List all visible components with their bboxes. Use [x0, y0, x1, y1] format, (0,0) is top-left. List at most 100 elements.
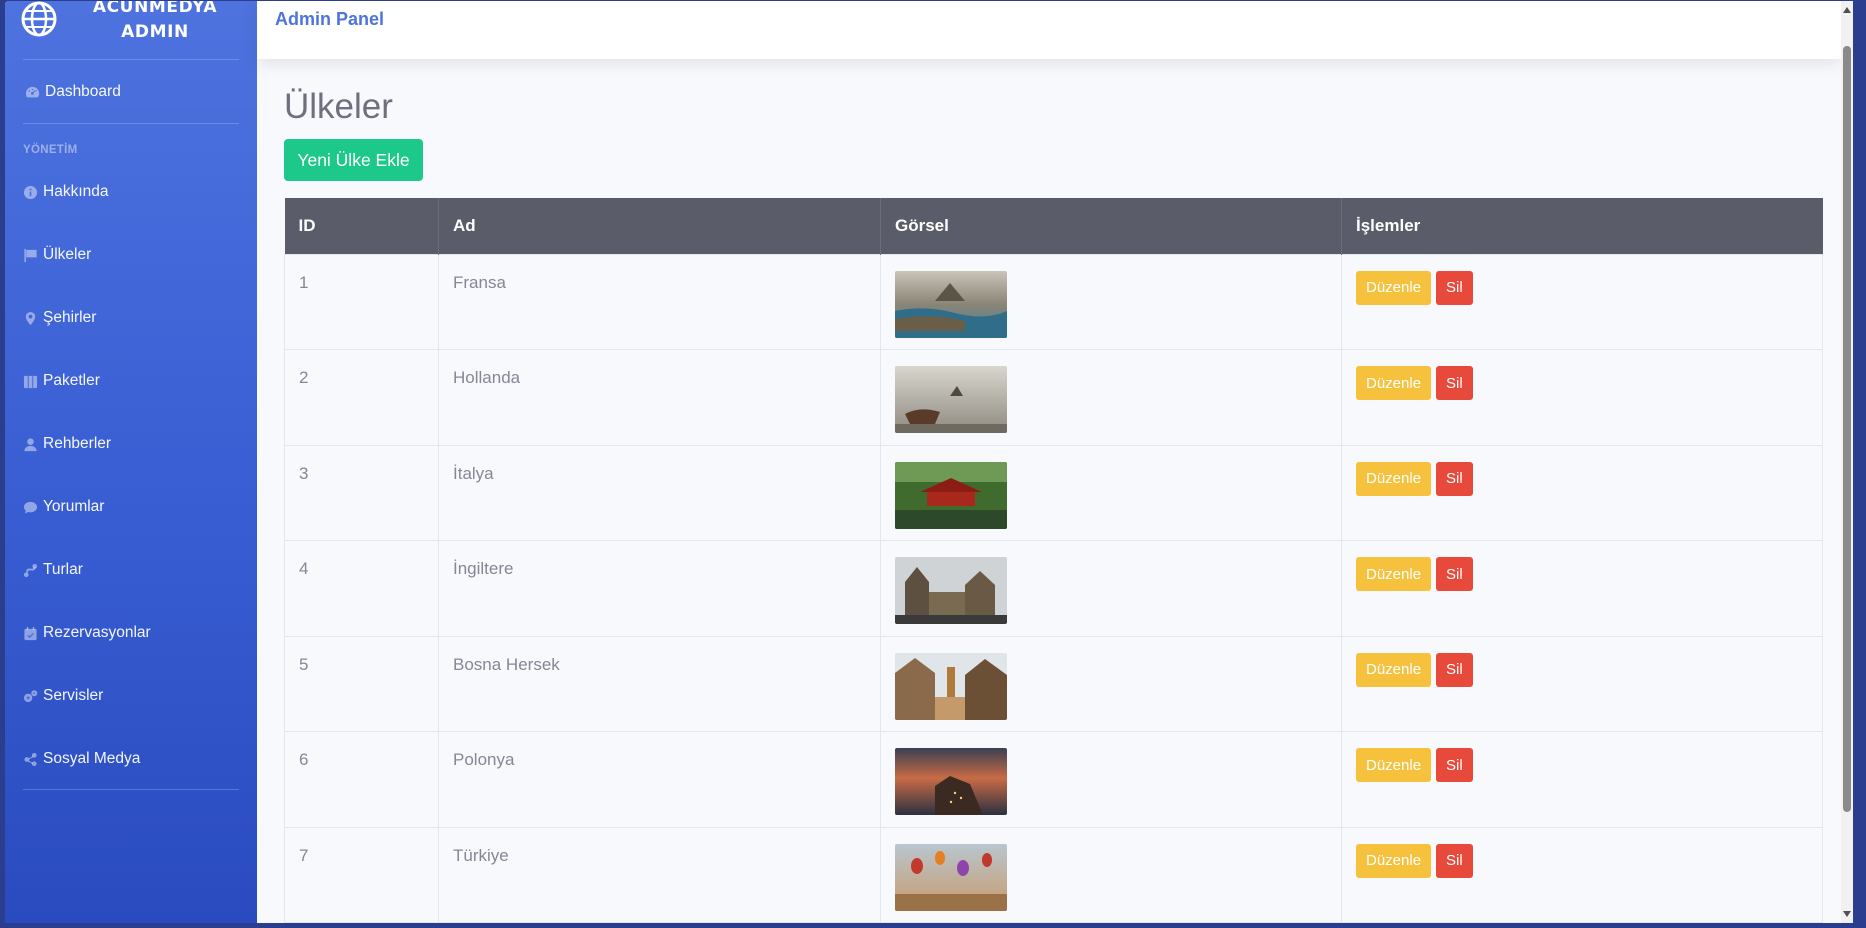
- sidebar-item-hakkinda[interactable]: Hakkında: [23, 172, 108, 212]
- country-image: [895, 652, 1007, 720]
- cell-image: [880, 349, 1342, 446]
- column-header-name: Ad: [438, 198, 881, 254]
- cell-actions: Düzenle Sil: [1341, 731, 1823, 828]
- sidebar-item-label: Rezervasyonlar: [43, 624, 151, 641]
- sidebar: ACUNMEDYA ADMIN Dashboard YÖNETİM Hakkın…: [5, 1, 257, 923]
- cell-actions: Düzenle Sil: [1341, 253, 1823, 350]
- cell-actions: Düzenle Sil: [1341, 635, 1823, 732]
- column-header-actions: İşlemler: [1341, 198, 1823, 254]
- sidebar-item-label: Turlar: [43, 561, 83, 578]
- cell-actions: Düzenle Sil: [1341, 444, 1823, 541]
- sidebar-divider: [23, 123, 239, 124]
- sidebar-item-label: Paketler: [43, 372, 100, 389]
- sidebar-item-label: Ülkeler: [43, 246, 92, 263]
- edit-button[interactable]: Düzenle: [1356, 843, 1432, 878]
- cell-image: [880, 253, 1342, 350]
- cell-image: [880, 540, 1342, 637]
- scroll-thumb[interactable]: [1843, 46, 1851, 812]
- delete-button[interactable]: Sil: [1436, 652, 1473, 687]
- cell-image: [880, 444, 1342, 541]
- country-image: [895, 748, 1007, 815]
- sidebar-item-label: Hakkında: [43, 183, 109, 200]
- edit-button[interactable]: Düzenle: [1356, 557, 1432, 591]
- cell-actions: Düzenle Sil: [1341, 826, 1823, 923]
- sidebar-divider: [23, 59, 239, 60]
- cell-image: [880, 731, 1342, 828]
- cell-name: Polonya: [438, 731, 881, 828]
- brand[interactable]: ACUNMEDYA ADMIN: [5, 1, 257, 49]
- globe-icon: [21, 1, 57, 37]
- table-row: 6 Polonya Düzenle Sil: [284, 731, 1823, 828]
- scroll-up-arrow-icon[interactable]: [1843, 7, 1851, 13]
- sidebar-section-heading: YÖNETİM: [23, 144, 78, 156]
- countries-table: ID Ad Görsel İşlemler 1 Fransa Düzenle S…: [284, 198, 1823, 923]
- cogs-icon: [23, 689, 38, 702]
- cell-actions: Düzenle Sil: [1341, 540, 1823, 637]
- sidebar-item-label: Rehberler: [43, 435, 112, 452]
- cell-name: Hollanda: [438, 349, 881, 446]
- sidebar-item-servisler[interactable]: Servisler: [23, 676, 103, 716]
- country-image: [895, 843, 1007, 911]
- sidebar-item-label: Yorumlar: [43, 498, 105, 515]
- share-icon: [24, 752, 37, 766]
- cell-image: [880, 635, 1342, 732]
- edit-button[interactable]: Düzenle: [1356, 748, 1432, 782]
- column-header-id: ID: [284, 198, 439, 254]
- edit-button[interactable]: Düzenle: [1356, 652, 1432, 687]
- cell-name: İtalya: [438, 444, 881, 541]
- delete-button[interactable]: Sil: [1436, 843, 1473, 878]
- country-image: [895, 461, 1007, 529]
- edit-button[interactable]: Düzenle: [1356, 270, 1432, 305]
- edit-button[interactable]: Düzenle: [1356, 366, 1432, 400]
- table-row: 3 İtalya Düzenle Sil: [284, 444, 1823, 541]
- topbar-title[interactable]: Admin Panel: [275, 9, 384, 30]
- edit-button[interactable]: Düzenle: [1356, 461, 1432, 496]
- tachometer-icon: [25, 86, 40, 97]
- sidebar-item-sosyal-medya[interactable]: Sosyal Medya: [23, 739, 140, 779]
- table-row: 4 İngiltere Düzenle Sil: [284, 540, 1823, 637]
- table-row: 5 Bosna Hersek Düzenle Sil: [284, 635, 1823, 732]
- sidebar-item-rezervasyonlar[interactable]: Rezervasyonlar: [23, 613, 151, 653]
- sidebar-item-ulkeler[interactable]: Ülkeler: [23, 235, 91, 275]
- route-icon: [23, 563, 38, 577]
- cell-name: Türkiye: [438, 826, 881, 923]
- table-row: 7 Türkiye Düzenle Sil: [284, 826, 1823, 923]
- sidebar-divider: [23, 789, 239, 790]
- cell-id: 7: [284, 826, 439, 923]
- sidebar-item-label: Şehirler: [43, 309, 97, 326]
- table-row: 2 Hollanda Düzenle Sil: [284, 349, 1823, 446]
- box-icon: [23, 375, 38, 388]
- cell-actions: Düzenle Sil: [1341, 349, 1823, 446]
- brand-line-2: ADMIN: [121, 22, 189, 42]
- vertical-scrollbar[interactable]: [1841, 1, 1853, 923]
- flag-icon: [24, 248, 37, 262]
- sidebar-item-turlar[interactable]: Turlar: [23, 550, 83, 590]
- cell-id: 5: [284, 635, 439, 732]
- sidebar-item-label: Dashboard: [45, 83, 121, 100]
- sidebar-item-paketler[interactable]: Paketler: [23, 361, 100, 401]
- add-country-button[interactable]: Yeni Ülke Ekle: [284, 139, 423, 181]
- delete-button[interactable]: Sil: [1436, 557, 1473, 591]
- delete-button[interactable]: Sil: [1436, 270, 1473, 305]
- cell-name: İngiltere: [438, 540, 881, 637]
- cell-name: Fransa: [438, 253, 881, 350]
- sidebar-item-yorumlar[interactable]: Yorumlar: [23, 487, 104, 527]
- calendar-check-icon: [24, 626, 37, 640]
- info-icon: [23, 185, 38, 199]
- sidebar-item-sehirler[interactable]: Şehirler: [23, 298, 96, 338]
- user-icon: [24, 437, 37, 451]
- sidebar-item-dashboard[interactable]: Dashboard: [25, 72, 121, 112]
- sidebar-item-label: Servisler: [43, 687, 104, 704]
- map-pin-icon: [25, 311, 36, 325]
- comment-icon: [23, 501, 38, 514]
- delete-button[interactable]: Sil: [1436, 461, 1473, 496]
- delete-button[interactable]: Sil: [1436, 366, 1473, 400]
- app-window: ACUNMEDYA ADMIN Dashboard YÖNETİM Hakkın…: [5, 1, 1853, 923]
- sidebar-item-label: Sosyal Medya: [43, 750, 141, 767]
- cell-id: 3: [284, 444, 439, 541]
- topbar: Admin Panel: [257, 1, 1841, 59]
- scroll-down-arrow-icon[interactable]: [1843, 911, 1851, 917]
- brand-title: ACUNMEDYA ADMIN: [75, 1, 235, 45]
- sidebar-item-rehberler[interactable]: Rehberler: [23, 424, 111, 464]
- delete-button[interactable]: Sil: [1436, 748, 1473, 782]
